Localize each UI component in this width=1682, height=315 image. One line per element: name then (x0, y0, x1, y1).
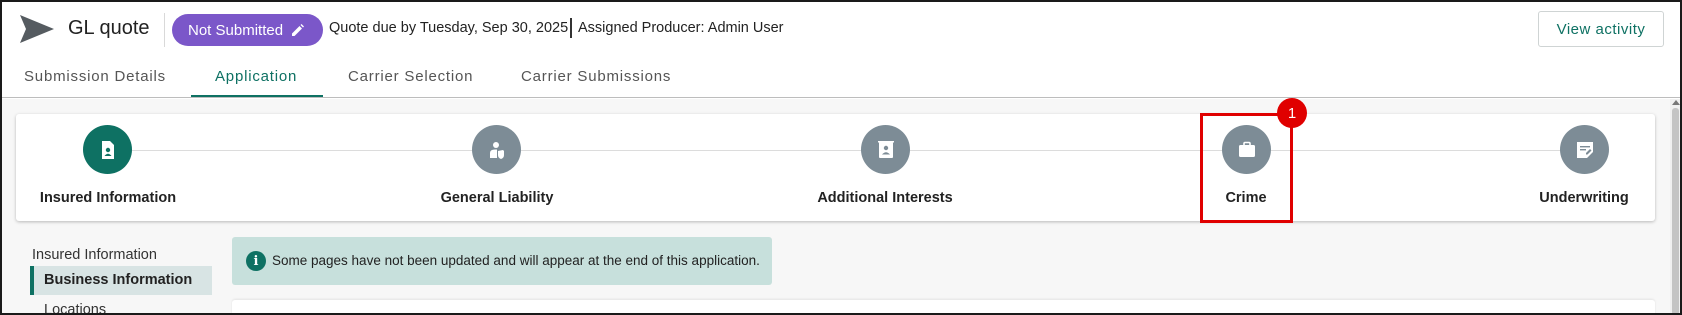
header-pipe-divider (570, 18, 572, 38)
sidebar-item-label: Business Information (44, 272, 193, 288)
highlight-number-badge: 1 (1277, 98, 1307, 128)
status-badge-label: Not Submitted (188, 21, 284, 39)
scrollbar-thumb[interactable] (1672, 108, 1679, 315)
tab-carrier-selection[interactable]: Carrier Selection (348, 68, 473, 85)
contact-card-icon (877, 140, 894, 158)
step-insured-information[interactable] (83, 125, 132, 174)
tab-submission-details[interactable]: Submission Details (24, 68, 166, 85)
person-shield-icon (489, 141, 504, 159)
header-bar: GL quote Not Submitted Quote due by Tues… (0, 0, 1682, 58)
step-general-liability[interactable] (472, 125, 521, 174)
step-label-additional-interests[interactable]: Additional Interests (817, 190, 952, 206)
scroll-up-arrow[interactable] (1672, 100, 1680, 105)
step-additional-interests[interactable] (861, 125, 910, 174)
document-person-icon (101, 140, 114, 159)
step-underwriting[interactable] (1560, 125, 1609, 174)
due-date-text: Quote due by Tuesday, Sep 30, 2025 (329, 20, 569, 36)
step-label-general-liability[interactable]: General Liability (441, 190, 554, 206)
status-badge[interactable]: Not Submitted (172, 14, 324, 46)
info-icon: i (246, 251, 266, 271)
assigned-producer-text: Assigned Producer: Admin User (578, 20, 784, 36)
tab-bar: Submission Details Application Carrier S… (0, 58, 1682, 98)
sidebar-item-locations[interactable]: Locations (44, 302, 106, 315)
info-banner-text: Some pages have not been updated and wil… (272, 253, 760, 268)
tab-carrier-submissions[interactable]: Carrier Submissions (521, 68, 671, 85)
header-divider (164, 13, 165, 47)
sidebar-item-business-information[interactable]: Business Information (30, 266, 212, 295)
highlight-box (1200, 113, 1293, 223)
note-edit-icon (1576, 141, 1593, 158)
pencil-icon (292, 24, 305, 36)
tab-application[interactable]: Application (215, 68, 297, 85)
step-label-underwriting[interactable]: Underwriting (1539, 190, 1628, 206)
paper-plane-icon (20, 15, 54, 43)
active-tab-indicator (191, 95, 323, 97)
view-activity-button[interactable]: View activity (1538, 11, 1664, 47)
page-title: GL quote (68, 17, 150, 39)
main-form-panel (232, 300, 1655, 315)
stepper-connector-line (107, 150, 1585, 151)
sidebar-heading[interactable]: Insured Information (32, 247, 157, 263)
step-label-insured-information[interactable]: Insured Information (40, 190, 176, 206)
info-banner: i Some pages have not been updated and w… (232, 237, 772, 285)
